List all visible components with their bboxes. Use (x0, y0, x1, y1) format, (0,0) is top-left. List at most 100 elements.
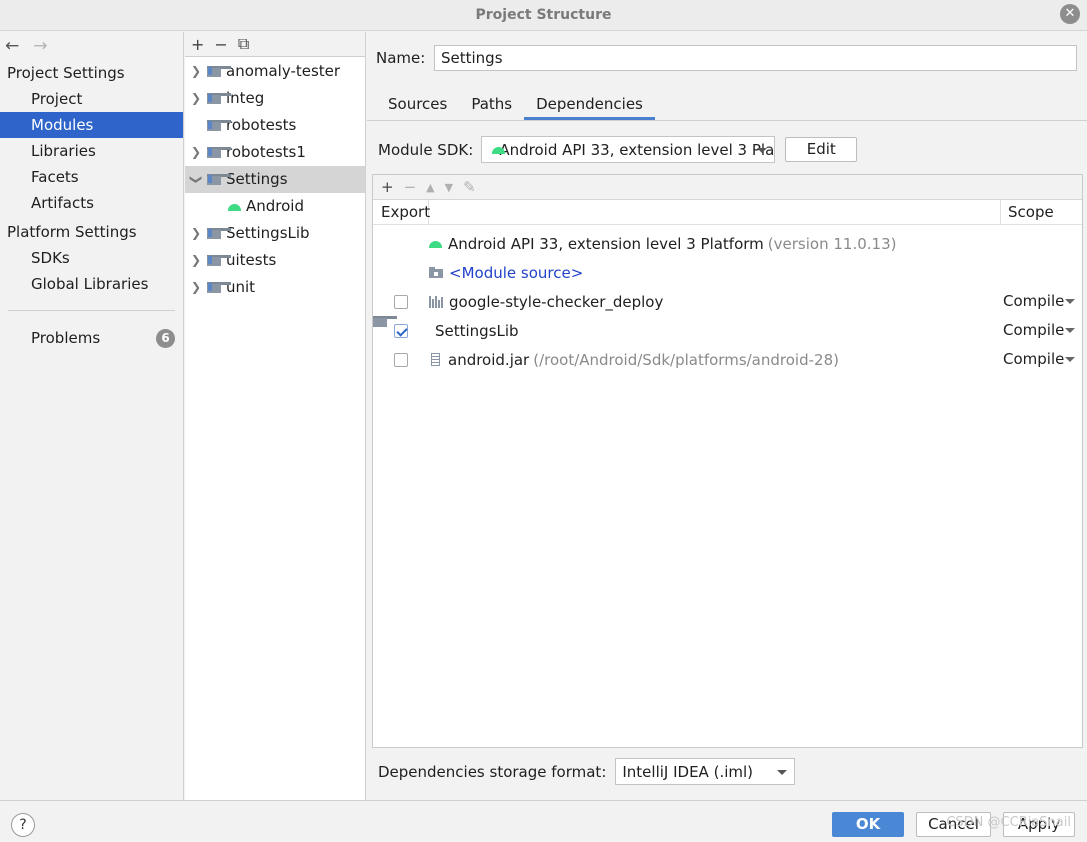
jar-icon (431, 353, 440, 366)
dropdown-caret-icon (1065, 328, 1075, 333)
scope-dropdown[interactable]: Compile (1003, 316, 1083, 345)
tree-item-anomaly-tester[interactable]: ❯ anomaly-tester (185, 58, 365, 85)
column-header-scope[interactable]: Scope (1000, 200, 1084, 225)
module-detail-panel: Name: Settings Sources Paths Dependencie… (367, 32, 1087, 800)
chevron-right-icon[interactable]: ❯ (185, 58, 207, 85)
table-row[interactable]: android.jar (/root/Android/Sdk/platforms… (373, 345, 1082, 374)
table-row[interactable]: <Module source> (373, 258, 1082, 287)
dropdown-caret-icon (1065, 357, 1075, 362)
platform-settings-title: Platform Settings (7, 223, 137, 241)
ok-button[interactable]: OK (832, 812, 904, 837)
sidebar-item-problems[interactable]: Problems 6 (0, 325, 183, 351)
add-module-icon[interactable]: + (191, 35, 204, 54)
remove-dependency-icon[interactable]: − (404, 178, 417, 196)
name-row: Name: Settings (376, 45, 1077, 71)
dropdown-caret-icon (1065, 299, 1075, 304)
sidebar-item-project[interactable]: Project (0, 86, 183, 112)
move-down-icon[interactable]: ▼ (445, 181, 453, 194)
project-settings-title: Project Settings (7, 64, 125, 82)
tree-item-robotests[interactable]: robotests (185, 112, 365, 139)
dependency-name: google-style-checker_deploy (449, 292, 664, 311)
module-folder-icon (207, 228, 231, 239)
tree-item-uitests[interactable]: ❯ uitests (185, 247, 365, 274)
dropdown-caret-icon (757, 148, 768, 153)
export-checkbox[interactable] (394, 323, 408, 338)
tree-item-label: SettingsLib (226, 224, 310, 242)
chevron-right-icon[interactable]: ❯ (185, 139, 207, 166)
sidebar-item-global-libraries[interactable]: Global Libraries (0, 271, 183, 297)
problems-count-badge: 6 (156, 329, 175, 348)
export-checkbox[interactable] (394, 352, 408, 367)
dropdown-caret-icon (777, 770, 788, 775)
dependency-name: Android API 33, extension level 3 Platfo… (448, 234, 764, 253)
module-tree-toolbar: + − ⧉ (185, 32, 365, 57)
chevron-right-icon[interactable]: ❯ (185, 274, 207, 301)
back-arrow-icon[interactable]: ← (5, 36, 19, 56)
tree-item-integ[interactable]: ❯ integ (185, 85, 365, 112)
table-row[interactable]: SettingsLib Compile (373, 316, 1082, 345)
add-dependency-icon[interactable]: + (381, 178, 394, 196)
tree-item-settings[interactable]: ❯ Settings (185, 166, 365, 193)
module-folder-icon (207, 93, 231, 104)
chevron-down-icon[interactable]: ❯ (183, 169, 210, 191)
remove-module-icon[interactable]: − (214, 35, 227, 54)
module-sdk-label: Module SDK: (378, 140, 474, 159)
sidebar-item-sdks[interactable]: SDKs (0, 245, 183, 271)
chevron-right-icon[interactable]: ❯ (185, 247, 207, 274)
name-label: Name: (376, 49, 426, 67)
tree-item-android-facet[interactable]: Android (185, 193, 365, 220)
scope-dropdown[interactable]: Compile (1003, 345, 1083, 374)
forward-arrow-icon[interactable]: → (33, 36, 47, 56)
table-row[interactable]: Android API 33, extension level 3 Platfo… (373, 229, 1082, 258)
export-checkbox[interactable] (394, 294, 408, 309)
column-header-export[interactable]: Export (373, 199, 430, 225)
dialog-footer: ? OK Cancel Apply CSDN @CCRiaSnail (0, 800, 1087, 842)
tree-item-robotests1[interactable]: ❯ robotests1 (185, 139, 365, 166)
edit-sdk-button[interactable]: Edit (785, 137, 858, 162)
module-source-icon (429, 267, 443, 278)
window-title: Project Structure (475, 7, 612, 23)
sidebar-item-artifacts[interactable]: Artifacts (0, 190, 183, 216)
module-folder-icon (207, 174, 231, 185)
nav-arrows: ← → (0, 32, 183, 60)
tree-item-label: anomaly-tester (226, 62, 341, 80)
android-icon (429, 239, 442, 248)
module-name-input[interactable]: Settings (434, 45, 1077, 71)
tree-item-label: robotests1 (226, 143, 306, 161)
storage-format-dropdown[interactable]: IntelliJ IDEA (.iml) (615, 758, 796, 785)
close-icon[interactable]: ✕ (1060, 4, 1080, 24)
tree-item-label: Android (246, 197, 304, 215)
storage-format-value: IntelliJ IDEA (.iml) (622, 762, 754, 781)
tree-item-unit[interactable]: ❯ unit (185, 274, 365, 301)
problems-label: Problems (31, 329, 101, 347)
sidebar-item-modules[interactable]: Modules (0, 112, 183, 138)
sidebar-item-facets[interactable]: Facets (0, 164, 183, 190)
tab-paths[interactable]: Paths (459, 90, 524, 120)
edit-dependency-icon[interactable]: ✎ (463, 178, 476, 196)
sidebar-item-libraries[interactable]: Libraries (0, 138, 183, 164)
tree-item-label: robotests (226, 116, 297, 134)
module-sdk-dropdown[interactable]: Android API 33, extension level 3 Pla (481, 136, 776, 163)
module-sdk-value: Android API 33, extension level 3 Pla (499, 140, 775, 159)
scope-dropdown[interactable]: Compile (1003, 287, 1083, 316)
table-row[interactable]: google-style-checker_deploy Compile (373, 287, 1082, 316)
tab-sources[interactable]: Sources (376, 90, 459, 120)
storage-format-row: Dependencies storage format: IntelliJ ID… (378, 758, 796, 785)
chevron-right-icon[interactable]: ❯ (185, 220, 207, 247)
dependency-detail: (version 11.0.13) (767, 234, 897, 253)
tree-item-label: unit (226, 278, 256, 296)
move-up-icon[interactable]: ▲ (426, 181, 434, 194)
tab-dependencies[interactable]: Dependencies (524, 90, 655, 120)
tree-item-settingslib[interactable]: ❯ SettingsLib (185, 220, 365, 247)
tree-item-label: uitests (226, 251, 277, 269)
help-icon[interactable]: ? (11, 813, 35, 837)
watermark: CSDN @CCRiaSnail (946, 815, 1071, 830)
chevron-right-icon[interactable]: ❯ (185, 85, 207, 112)
module-folder-icon (207, 120, 231, 131)
copy-module-icon[interactable]: ⧉ (238, 34, 249, 54)
module-folder-icon (207, 282, 231, 293)
module-folder-icon (207, 255, 231, 266)
library-icon (429, 295, 443, 308)
dependencies-table: + − ▲ ▼ ✎ Export Scope Android API 33, e… (372, 174, 1083, 748)
dependency-name: SettingsLib (435, 321, 519, 340)
